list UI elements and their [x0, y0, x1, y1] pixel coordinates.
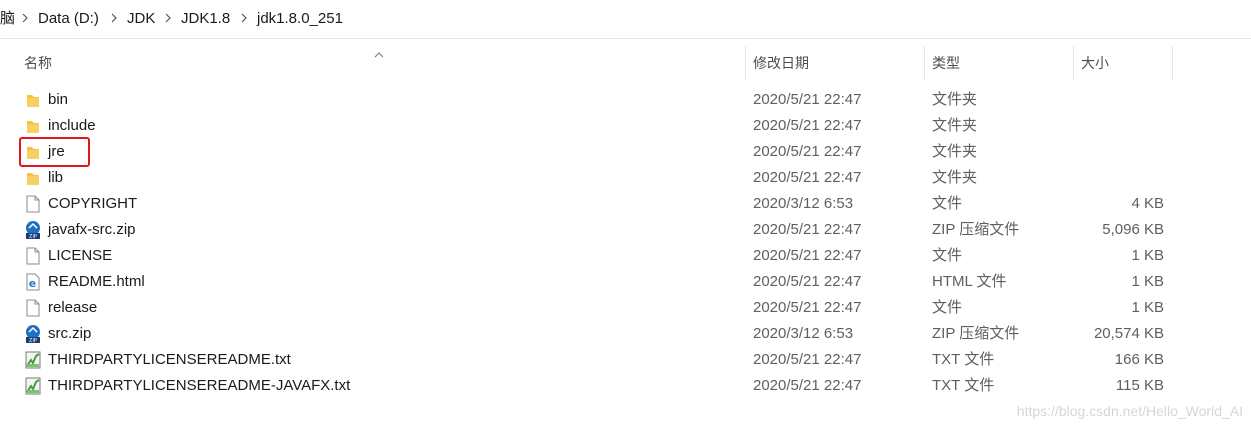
file-date: 2020/5/21 22:47	[753, 117, 862, 134]
svg-text:ZIP: ZIP	[29, 234, 37, 240]
folder-icon	[24, 168, 42, 188]
file-row[interactable]: bin 2020/5/21 22:47 文件夹	[0, 87, 1251, 113]
file-row[interactable]: release 2020/5/21 22:47 文件 1 KB	[0, 295, 1251, 321]
file-size: 1 KB	[1131, 299, 1164, 316]
file-name[interactable]: LICENSE	[48, 243, 112, 269]
file-name[interactable]: README.html	[48, 269, 145, 295]
svg-text:e: e	[29, 277, 36, 290]
file-row[interactable]: include 2020/5/21 22:47 文件夹	[0, 113, 1251, 139]
file-type: 文件	[932, 247, 963, 264]
file-name[interactable]: COPYRIGHT	[48, 191, 137, 217]
zip-icon: ZIP	[24, 324, 42, 344]
file-row[interactable]: LICENSE 2020/5/21 22:47 文件 1 KB	[0, 243, 1251, 269]
file-date: 2020/5/21 22:47	[753, 143, 862, 160]
file-explorer-window: 脑 Data (D:) JDK JDK1.8 jdk1.8.0_251 名称 修…	[0, 0, 1251, 427]
folder-icon	[24, 90, 42, 110]
file-name[interactable]: bin	[48, 87, 68, 113]
file-type: 文件夹	[932, 169, 978, 186]
file-date: 2020/5/21 22:47	[753, 91, 862, 108]
column-divider[interactable]	[1073, 46, 1074, 80]
file-date: 2020/5/21 22:47	[753, 273, 862, 290]
chevron-right-icon[interactable]	[241, 13, 247, 23]
highlight-box-jre	[19, 137, 90, 167]
file-type: 文件夹	[932, 143, 978, 160]
zip-icon: ZIP	[24, 220, 42, 240]
file-name[interactable]: include	[48, 113, 96, 139]
file-row[interactable]: ZIP javafx-src.zip 2020/5/21 22:47 ZIP 压…	[0, 217, 1251, 243]
file-type: HTML 文件	[932, 273, 1007, 290]
file-date: 2020/3/12 6:53	[753, 195, 854, 212]
file-name[interactable]: src.zip	[48, 321, 91, 347]
file-name[interactable]: release	[48, 295, 97, 321]
file-row[interactable]: jre 2020/5/21 22:47 文件夹	[0, 139, 1251, 165]
breadcrumb-item-drive[interactable]: Data (D:)	[38, 8, 99, 30]
file-type: ZIP 压缩文件	[932, 221, 1020, 238]
file-type: 文件	[932, 299, 963, 316]
file-icon	[24, 194, 42, 214]
file-row[interactable]: COPYRIGHT 2020/3/12 6:53 文件 4 KB	[0, 191, 1251, 217]
column-type-header[interactable]: 类型	[932, 46, 960, 80]
file-name[interactable]: javafx-src.zip	[48, 217, 136, 243]
column-header: 名称 修改日期 类型 大小	[0, 46, 1251, 80]
breadcrumb-item-jdk18[interactable]: JDK1.8	[181, 8, 230, 30]
svg-text:ZIP: ZIP	[29, 338, 37, 344]
file-type: 文件	[932, 195, 963, 212]
txt-icon	[24, 376, 42, 396]
file-date: 2020/5/21 22:47	[753, 247, 862, 264]
file-size: 166 KB	[1114, 351, 1164, 368]
file-date: 2020/5/21 22:47	[753, 169, 862, 186]
file-size: 20,574 KB	[1093, 325, 1164, 342]
address-bar[interactable]: 脑 Data (D:) JDK JDK1.8 jdk1.8.0_251	[0, 0, 1251, 39]
watermark: https://blog.csdn.net/Hello_World_AI	[1016, 403, 1243, 419]
file-date: 2020/5/21 22:47	[753, 221, 862, 238]
file-size: 1 KB	[1131, 247, 1164, 264]
column-divider[interactable]	[924, 46, 925, 80]
file-name[interactable]: lib	[48, 165, 63, 191]
file-row[interactable]: ZIP src.zip 2020/3/12 6:53 ZIP 压缩文件 20,5…	[0, 321, 1251, 347]
file-type: 文件夹	[932, 91, 978, 108]
file-date: 2020/3/12 6:53	[753, 325, 854, 342]
file-icon	[24, 246, 42, 266]
file-name[interactable]: THIRDPARTYLICENSEREADME.txt	[48, 347, 291, 373]
column-divider[interactable]	[1172, 46, 1173, 80]
file-type: 文件夹	[932, 117, 978, 134]
txt-icon	[24, 350, 42, 370]
chevron-right-icon[interactable]	[165, 13, 171, 23]
breadcrumb-item-jdk[interactable]: JDK	[127, 8, 155, 30]
chevron-right-icon[interactable]	[111, 13, 117, 23]
breadcrumb-item-pc[interactable]: 脑	[0, 8, 15, 30]
file-row[interactable]: e README.html 2020/5/21 22:47 HTML 文件 1 …	[0, 269, 1251, 295]
file-name[interactable]: THIRDPARTYLICENSEREADME-JAVAFX.txt	[48, 373, 350, 399]
column-modified-header[interactable]: 修改日期	[753, 46, 809, 80]
file-size: 5,096 KB	[1102, 221, 1164, 238]
folder-icon	[24, 116, 42, 136]
sort-ascending-icon	[374, 46, 384, 58]
breadcrumb-item-current[interactable]: jdk1.8.0_251	[257, 8, 343, 30]
file-icon	[24, 298, 42, 318]
file-size: 4 KB	[1131, 195, 1164, 212]
file-size: 1 KB	[1131, 273, 1164, 290]
file-date: 2020/5/21 22:47	[753, 351, 862, 368]
file-date: 2020/5/21 22:47	[753, 377, 862, 394]
chevron-right-icon[interactable]	[22, 13, 28, 23]
html-icon: e	[24, 272, 42, 292]
column-divider[interactable]	[745, 46, 746, 80]
file-type: TXT 文件	[932, 351, 995, 368]
column-size-header[interactable]: 大小	[1081, 46, 1109, 80]
file-type: ZIP 压缩文件	[932, 325, 1020, 342]
file-type: TXT 文件	[932, 377, 995, 394]
file-row[interactable]: THIRDPARTYLICENSEREADME.txt 2020/5/21 22…	[0, 347, 1251, 373]
column-name-header[interactable]: 名称	[24, 46, 52, 80]
file-size: 115 KB	[1115, 377, 1164, 394]
file-row[interactable]: lib 2020/5/21 22:47 文件夹	[0, 165, 1251, 191]
file-row[interactable]: THIRDPARTYLICENSEREADME-JAVAFX.txt 2020/…	[0, 373, 1251, 399]
file-date: 2020/5/21 22:47	[753, 299, 862, 316]
